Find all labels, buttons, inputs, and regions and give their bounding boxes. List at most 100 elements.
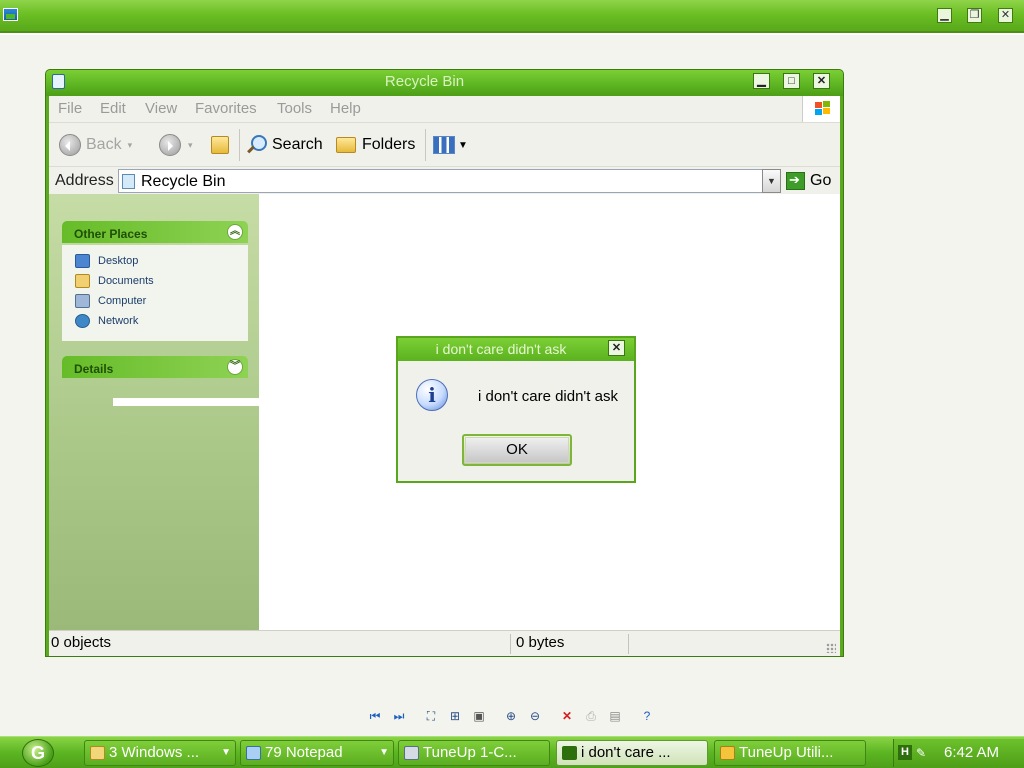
task-tuneup-utilities[interactable]: TuneUp Utili... (714, 740, 866, 766)
notepad-icon (246, 746, 261, 760)
ok-button[interactable]: OK (462, 434, 572, 466)
recycle-bin-icon (122, 174, 135, 189)
tray-app-icon[interactable]: H (898, 745, 912, 760)
print-icon[interactable]: ⎙ (582, 707, 600, 725)
close-button[interactable]: ✕ (998, 8, 1013, 23)
restore-button[interactable]: ❐ (967, 8, 982, 23)
copy-to-icon[interactable]: ▤ (606, 707, 624, 725)
address-bar: Address Recycle Bin ▼ Go (49, 166, 840, 194)
zoom-out-icon[interactable]: ⊖ (526, 707, 544, 725)
divider (0, 33, 1024, 35)
previous-image-icon[interactable]: ⏮ (366, 707, 384, 725)
dialog-title: i don't care didn't ask (435, 341, 567, 357)
computer-icon (75, 294, 90, 308)
menu-edit[interactable]: Edit (100, 100, 126, 117)
task-tuneup-1[interactable]: TuneUp 1-C... (398, 740, 550, 766)
place-desktop[interactable]: Desktop (75, 253, 138, 269)
slideshow-icon[interactable]: ▣ (470, 707, 488, 725)
menu-help[interactable]: Help (330, 100, 361, 117)
back-label: Back (86, 136, 122, 153)
place-network[interactable]: Network (75, 313, 138, 329)
task-notepad-group[interactable]: 79 Notepad ▼ (240, 740, 394, 766)
other-places-header[interactable]: Other Places ︽ (62, 221, 248, 243)
task-dialog[interactable]: i don't care ... (556, 740, 708, 766)
start-button[interactable]: G (22, 739, 54, 767)
back-button[interactable]: Back ▾ (59, 133, 132, 157)
minimize-button[interactable]: ▁ (753, 73, 770, 89)
search-button[interactable]: Search (245, 133, 323, 157)
place-label: Network (98, 315, 139, 327)
resize-grip-icon[interactable] (826, 643, 836, 653)
tuneup-icon (404, 746, 419, 760)
menu-view[interactable]: View (145, 100, 177, 117)
place-label: Computer (98, 295, 147, 307)
menu-favorites[interactable]: Favorites (195, 100, 257, 117)
network-icon (75, 314, 90, 328)
place-label: Desktop (98, 255, 139, 267)
go-label: Go (810, 172, 832, 189)
task-label: TuneUp Utili... (739, 744, 834, 761)
address-dropdown-button[interactable]: ▼ (762, 169, 781, 193)
image-viewer-icon (3, 8, 18, 21)
back-arrow-icon (59, 134, 81, 156)
go-button[interactable]: Go (786, 169, 831, 193)
dialog-close-button[interactable]: ✕ (608, 340, 625, 356)
views-icon (433, 136, 455, 154)
menu-tools[interactable]: Tools (277, 100, 312, 117)
explorer-titlebar[interactable]: Recycle Bin ▁ □ ✕ (46, 70, 843, 96)
collapse-icon[interactable]: ︽ (227, 224, 243, 240)
system-tray: H ✎ 6:42 AM (893, 739, 1024, 767)
maximize-button[interactable]: □ (783, 73, 800, 89)
place-computer[interactable]: Computer (75, 293, 146, 309)
chevron-down-icon: ▼ (221, 747, 231, 758)
message-dialog: i don't care didn't ask ✕ i i don't care… (396, 336, 636, 483)
up-folder-button[interactable] (211, 133, 235, 157)
folders-label: Folders (362, 136, 416, 153)
details-header[interactable]: Details ︾ (62, 356, 248, 378)
chevron-down-icon: ▾ (188, 139, 193, 150)
status-bar: 0 objects 0 bytes (49, 630, 840, 656)
other-places-title: Other Places (74, 227, 148, 241)
task-label: TuneUp 1-C... (423, 744, 517, 761)
details-title: Details (74, 362, 114, 376)
chevron-down-icon: ▼ (379, 747, 389, 758)
best-fit-icon[interactable]: ⛶ (422, 707, 440, 725)
address-value: Recycle Bin (141, 173, 226, 190)
forward-button[interactable]: ▾ (159, 133, 193, 157)
dialog-titlebar[interactable]: i don't care didn't ask ✕ (398, 338, 634, 361)
search-icon (245, 134, 267, 156)
windows-logo-icon (802, 96, 840, 122)
zoom-in-icon[interactable]: ⊕ (502, 707, 520, 725)
actual-size-icon[interactable]: ⊞ (446, 707, 464, 725)
viewer-titlebar: ▁ ❐ ✕ (0, 0, 1024, 33)
views-button[interactable]: ▼ (433, 133, 468, 157)
clock[interactable]: 6:42 AM (944, 744, 999, 761)
minimize-button[interactable]: ▁ (937, 8, 952, 23)
chevron-down-icon: ▼ (458, 139, 468, 151)
place-label: Documents (98, 275, 154, 287)
window-title: Recycle Bin (384, 73, 465, 90)
task-label: 3 Windows ... (109, 744, 200, 761)
menu-file[interactable]: File (58, 100, 82, 117)
status-size: 0 bytes (514, 634, 629, 654)
taskbar: G 3 Windows ... ▼ 79 Notepad ▼ TuneUp 1-… (0, 736, 1024, 768)
tray-network-icon[interactable]: ✎ (916, 746, 930, 760)
help-icon[interactable]: ? (638, 707, 656, 725)
close-button[interactable]: ✕ (813, 73, 830, 89)
next-image-icon[interactable]: ⏭ (390, 707, 408, 725)
search-label: Search (272, 136, 323, 153)
chevron-down-icon: ▾ (127, 139, 133, 150)
folders-button[interactable]: Folders (336, 133, 415, 157)
task-label: 79 Notepad (265, 744, 343, 761)
dialog-message: i don't care didn't ask (478, 388, 618, 405)
forward-arrow-icon (159, 134, 181, 156)
standard-toolbar: Back ▾ ▾ Search Folders ▼ (49, 122, 840, 166)
place-documents[interactable]: Documents (75, 273, 154, 289)
go-arrow-icon (786, 172, 805, 190)
task-windows-group[interactable]: 3 Windows ... ▼ (84, 740, 236, 766)
delete-icon[interactable]: ✕ (558, 707, 576, 725)
expand-icon[interactable]: ︾ (227, 359, 243, 375)
app-h-icon (562, 746, 577, 760)
address-field[interactable]: Recycle Bin (118, 169, 781, 193)
other-places-panel: Desktop Documents Computer Network (62, 245, 248, 341)
